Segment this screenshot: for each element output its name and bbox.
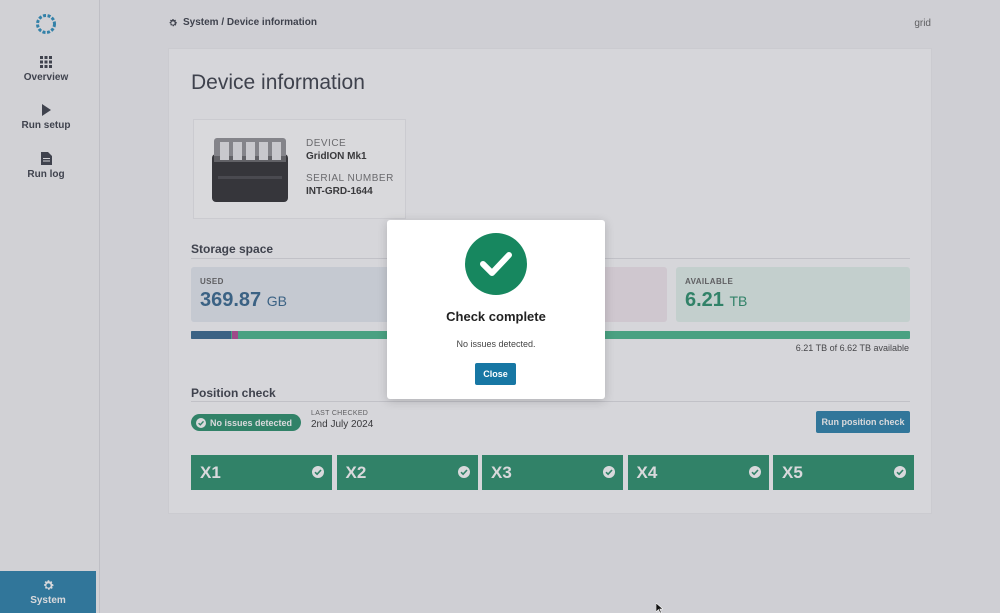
dialog-message: No issues detected. <box>456 339 536 349</box>
mouse-cursor-icon <box>656 603 663 613</box>
close-button[interactable]: Close <box>475 363 516 385</box>
check-circle-icon <box>465 233 527 295</box>
check-complete-dialog: Check complete No issues detected. Close <box>387 220 605 399</box>
dialog-title: Check complete <box>446 309 546 324</box>
